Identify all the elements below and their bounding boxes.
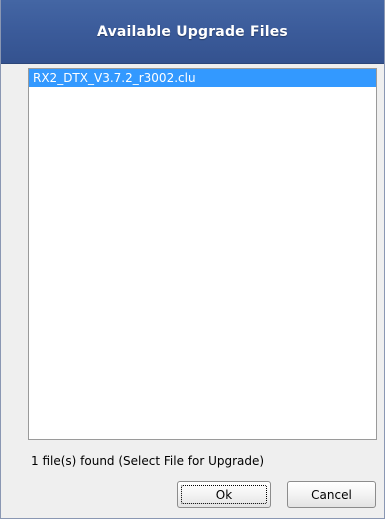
dialog-title-bar: Available Upgrade Files bbox=[1, 0, 384, 64]
ok-button-label: Ok bbox=[215, 487, 233, 502]
file-list[interactable]: RX2_DTX_V3.7.2_r3002.clu bbox=[28, 68, 377, 440]
ok-button[interactable]: Ok bbox=[177, 481, 271, 508]
dialog-title: Available Upgrade Files bbox=[97, 23, 288, 40]
cancel-button[interactable]: Cancel bbox=[287, 481, 376, 508]
list-item[interactable]: RX2_DTX_V3.7.2_r3002.clu bbox=[29, 69, 376, 87]
cancel-button-label: Cancel bbox=[311, 487, 352, 502]
upgrade-files-dialog: Available Upgrade Files RX2_DTX_V3.7.2_r… bbox=[0, 0, 385, 519]
status-text: 1 file(s) found (Select File for Upgrade… bbox=[31, 454, 265, 468]
